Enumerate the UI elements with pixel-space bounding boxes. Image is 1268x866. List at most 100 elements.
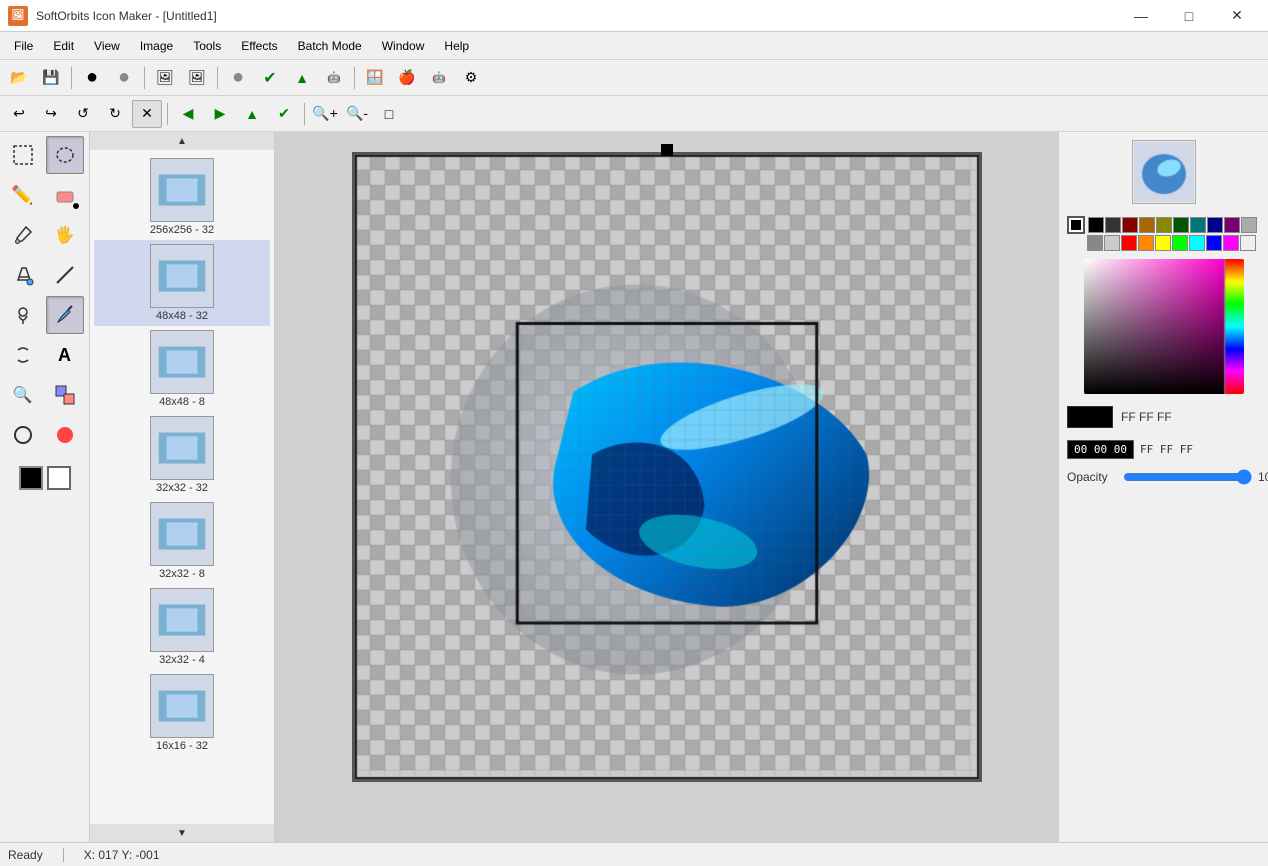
palette-color-7[interactable] <box>1207 217 1223 233</box>
palette-color-6[interactable] <box>1189 235 1205 251</box>
menu-item-edit[interactable]: Edit <box>43 35 84 57</box>
tb-play-fwd[interactable]: ▶ <box>205 100 235 128</box>
rotate-tool[interactable] <box>4 336 42 374</box>
palette-color-5[interactable] <box>1173 217 1189 233</box>
tb-gear[interactable]: ⚙ <box>456 64 486 92</box>
line-tool[interactable] <box>46 256 84 294</box>
zoom-tool[interactable]: 🔍 <box>4 376 42 414</box>
tb-play-up[interactable]: ▲ <box>237 100 267 128</box>
palette-color-4[interactable] <box>1155 235 1171 251</box>
thumbnail-item-3[interactable]: 32x32 - 32 <box>94 412 270 498</box>
palette-color-0[interactable] <box>1087 235 1103 251</box>
tb-redo2[interactable]: ↻ <box>100 100 130 128</box>
menu-item-help[interactable]: Help <box>434 35 479 57</box>
palette-color-1[interactable] <box>1104 235 1120 251</box>
close-button[interactable]: ✕ <box>1214 0 1260 32</box>
tb-undo1[interactable]: ↩ <box>4 100 34 128</box>
thumbnail-item-5[interactable]: 32x32 - 4 <box>94 584 270 670</box>
tb-zoom-out[interactable]: 🔍- <box>342 100 372 128</box>
tb-robot[interactable]: 🤖 <box>319 64 349 92</box>
palette-color-6[interactable] <box>1190 217 1206 233</box>
color-picker-gradient[interactable] <box>1084 259 1244 394</box>
palette-color-5[interactable] <box>1172 235 1188 251</box>
palette-color-0[interactable] <box>1088 217 1104 233</box>
tb-redo1[interactable]: ↺ <box>68 100 98 128</box>
text-tool[interactable]: A <box>46 336 84 374</box>
palette-color-4[interactable] <box>1156 217 1172 233</box>
tb-save[interactable]: 💾 <box>36 64 66 92</box>
eraser-tool[interactable] <box>46 176 84 214</box>
palette-color-3[interactable] <box>1139 217 1155 233</box>
thumbnail-item-4[interactable]: 32x32 - 8 <box>94 498 270 584</box>
fill-tool[interactable] <box>4 256 42 294</box>
menu-item-file[interactable]: File <box>4 35 43 57</box>
tb-play-check[interactable]: ✔ <box>269 100 299 128</box>
tb-undo2[interactable]: ↩ <box>36 100 66 128</box>
tb-windows[interactable]: 🪟 <box>360 64 390 92</box>
tb-apple[interactable]: 🍎 <box>392 64 422 92</box>
tb-circle1[interactable]: ● <box>77 64 107 92</box>
tb-open[interactable]: 📂 <box>4 64 34 92</box>
menu-item-window[interactable]: Window <box>372 35 435 57</box>
tb-triangle-green[interactable]: ▲ <box>287 64 317 92</box>
canvas-area[interactable] <box>275 132 1058 842</box>
dropper-tool[interactable] <box>4 216 42 254</box>
thumbnail-item-0[interactable]: 256x256 - 32 <box>94 154 270 240</box>
maximize-button[interactable]: □ <box>1166 0 1212 32</box>
menu-item-view[interactable]: View <box>84 35 130 57</box>
thumbnail-item-1[interactable]: 48x48 - 32 <box>94 240 270 326</box>
sep4 <box>354 67 355 89</box>
pencil-tool[interactable]: ✏️ <box>4 176 42 214</box>
thumbnail-item-2[interactable]: 48x48 - 8 <box>94 326 270 412</box>
palette-color-9[interactable] <box>1241 217 1257 233</box>
scroll-up-button[interactable]: ▲ <box>90 132 274 150</box>
palette-color-3[interactable] <box>1138 235 1154 251</box>
lasso-tool[interactable] <box>46 136 84 174</box>
thumbnail-item-6[interactable]: 16x16 - 32 <box>94 670 270 756</box>
tb-play-back[interactable]: ◀ <box>173 100 203 128</box>
opacity-slider[interactable] <box>1123 469 1252 485</box>
tb-cancel[interactable]: ✕ <box>132 100 162 128</box>
thumbnail-scroll[interactable]: 256x256 - 32 48x48 - 32 48x48 - 832x32 - 3… <box>90 150 274 824</box>
pixel-canvas[interactable] <box>352 152 982 782</box>
menu-item-batch-mode[interactable]: Batch Mode <box>288 35 372 57</box>
minimize-button[interactable]: — <box>1118 0 1164 32</box>
clone-tool[interactable] <box>4 296 42 334</box>
tb-circle2[interactable]: ● <box>109 64 139 92</box>
color-picker-canvas[interactable] <box>1084 259 1244 394</box>
hex-input-current[interactable]: 00 00 00 <box>1067 440 1134 459</box>
foreground-color[interactable] <box>19 466 43 490</box>
tb-zoom-in[interactable]: 🔍+ <box>310 100 340 128</box>
tb-circle3[interactable]: ● <box>223 64 253 92</box>
tb-img2[interactable]: 🖼 <box>182 64 212 92</box>
shape-rect-fill-tool[interactable] <box>46 416 84 454</box>
current-color-swatch[interactable] <box>1067 406 1113 428</box>
background-color[interactable] <box>47 466 71 490</box>
palette-color-8[interactable] <box>1224 217 1240 233</box>
tb-zoom-fit[interactable]: □ <box>374 100 404 128</box>
palette-color-8[interactable] <box>1223 235 1239 251</box>
paintbrush-tool[interactable] <box>46 296 84 334</box>
tb-android[interactable]: 🤖 <box>424 64 454 92</box>
select-rect-tool[interactable] <box>4 136 42 174</box>
menu-item-image[interactable]: Image <box>130 35 183 57</box>
thumbnail-label-1: 48x48 - 32 <box>156 310 208 322</box>
tb-img1[interactable]: 🖼 <box>150 64 180 92</box>
sep1 <box>71 67 72 89</box>
menu-item-effects[interactable]: Effects <box>231 35 287 57</box>
smudge-tool[interactable]: 🖐 <box>46 216 84 254</box>
view-tool[interactable] <box>46 376 84 414</box>
menu-item-tools[interactable]: Tools <box>183 35 231 57</box>
fg-bg-indicator[interactable] <box>1067 216 1085 234</box>
opacity-row: Opacity 100% <box>1067 469 1260 485</box>
palette-color-2[interactable] <box>1121 235 1137 251</box>
tb-check-green[interactable]: ✔ <box>255 64 285 92</box>
palette-color-1[interactable] <box>1105 217 1121 233</box>
scroll-down-button[interactable]: ▼ <box>90 824 274 842</box>
palette-color-7[interactable] <box>1206 235 1222 251</box>
palette-color-2[interactable] <box>1122 217 1138 233</box>
canvas-resize-handle[interactable] <box>661 144 673 156</box>
thumbnail-image-6 <box>150 674 214 738</box>
palette-color-9[interactable] <box>1240 235 1256 251</box>
shape-circle-tool[interactable] <box>4 416 42 454</box>
